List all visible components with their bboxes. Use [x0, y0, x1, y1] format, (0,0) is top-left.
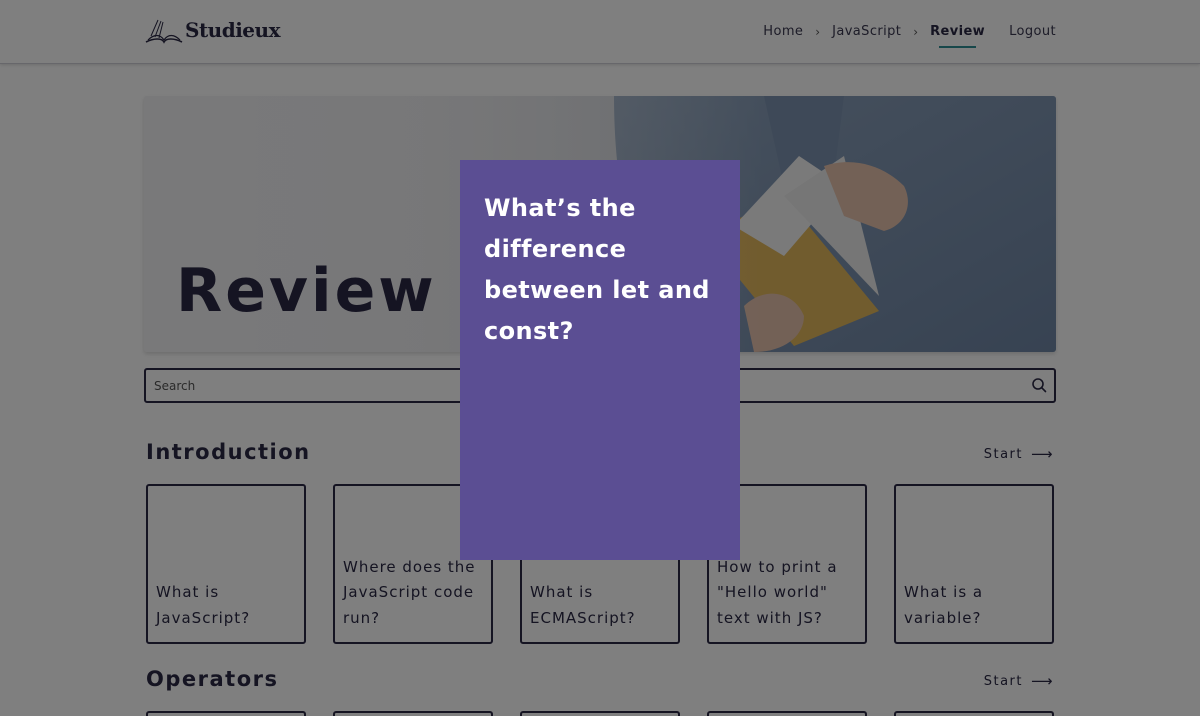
page: Studieux Home › JavaScript › Review Logo… [0, 0, 1200, 716]
flashcard[interactable]: What’s the difference between let and co… [460, 160, 740, 560]
flashcard-question: What’s the difference between let and co… [484, 194, 710, 345]
